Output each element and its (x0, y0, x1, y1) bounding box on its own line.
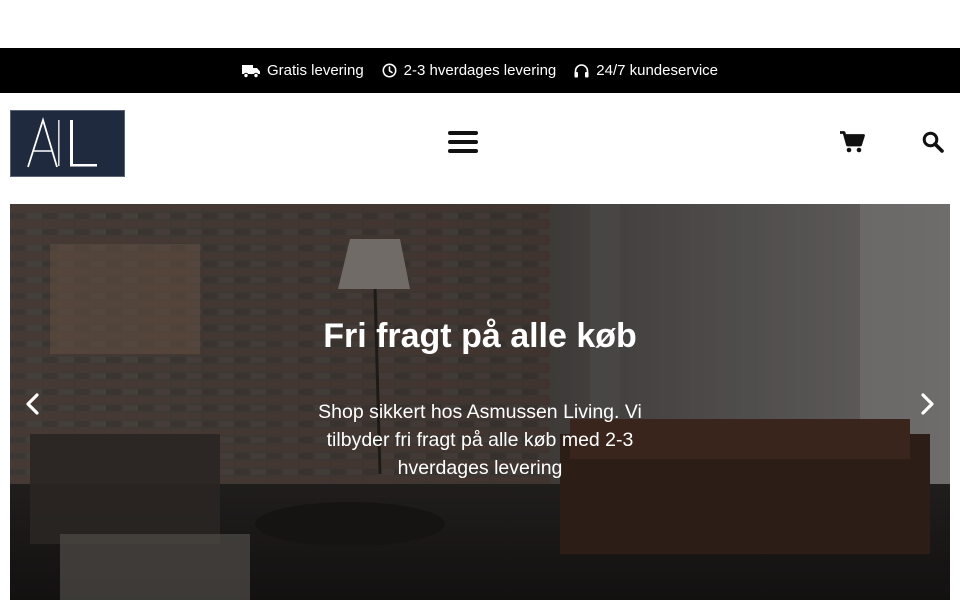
top-spacer (0, 0, 960, 48)
site-header (0, 93, 960, 204)
info-item-label: 2-3 hverdages levering (403, 62, 557, 79)
truck-icon (241, 64, 260, 78)
cart-icon[interactable] (840, 131, 865, 158)
info-item-label: 24/7 kundeservice (596, 62, 719, 79)
search-icon[interactable] (922, 131, 944, 158)
site-logo[interactable] (10, 110, 125, 177)
chevron-right-icon[interactable] (916, 392, 938, 416)
logo-mark-icon (27, 116, 97, 168)
hero-slider: Fri fragt på alle køb Shop sikkert hos A… (10, 204, 950, 600)
headphones-icon (574, 63, 589, 78)
info-item-speed: 2-3 hverdages levering (382, 62, 557, 79)
hero-title: Fri fragt på alle køb (323, 317, 637, 355)
clock-icon (382, 63, 397, 78)
info-item-delivery: Gratis levering (241, 62, 364, 79)
info-bar: Gratis levering 2-3 hverdages levering 2… (0, 48, 960, 93)
hero-description: Shop sikkert hos Asmussen Living. Vi til… (318, 401, 642, 479)
hamburger-menu-icon[interactable] (448, 131, 478, 155)
info-item-label: Gratis levering (266, 62, 364, 79)
chevron-left-icon[interactable] (22, 392, 44, 416)
info-item-support: 24/7 kundeservice (574, 62, 718, 79)
